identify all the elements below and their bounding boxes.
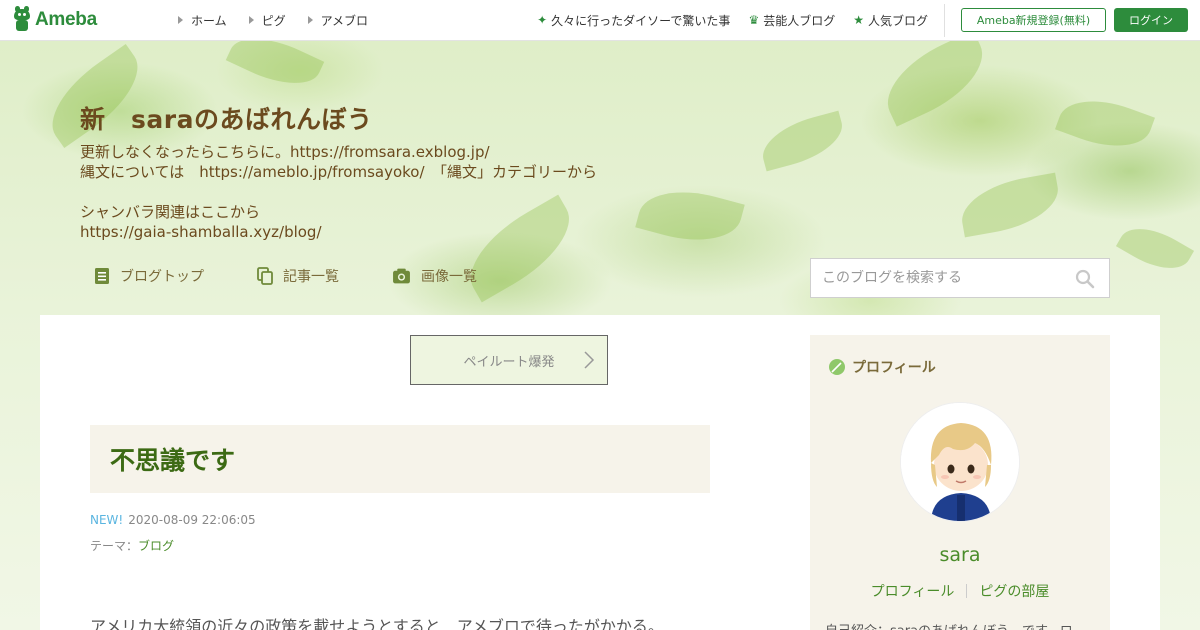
entry-body: アメリカ大統領の近々の政策を載せようとすると アメブロで待ったがかかる。	[90, 617, 664, 630]
blog-description-line	[80, 182, 597, 202]
leaf-decoration	[1055, 86, 1155, 161]
ad-banner[interactable]: ペイルート爆発	[410, 335, 608, 385]
blog-search-input[interactable]	[811, 270, 1061, 286]
ameba-mascot-icon	[12, 6, 32, 32]
blog-nav: ブログトップ 記事一覧 画像一覧	[94, 266, 530, 286]
document-icon	[95, 268, 109, 284]
blog-nav-images[interactable]: 画像一覧	[392, 266, 477, 286]
profile-intro: 自己紹介：saraのあばれんぼう です。ロ	[825, 620, 1100, 630]
triangle-right-icon	[307, 16, 313, 24]
sparkle-icon: ✦	[537, 13, 548, 27]
global-nav-label: ピグ	[261, 13, 286, 28]
leaf-decoration	[1115, 215, 1195, 282]
profile-panel: プロフィール sara プロフィール ピグの部屋 自	[810, 335, 1110, 630]
entry-title[interactable]: 不思議です	[110, 441, 235, 477]
profile-heading-label: プロフィール	[852, 360, 936, 376]
profile-link[interactable]: プロフィール	[871, 581, 955, 601]
entry-theme: テーマ：ブログ	[90, 537, 174, 554]
blog-description-line: 更新しなくなったらこちらに。https://fromsara.exblog.jp…	[80, 143, 490, 161]
global-nav-home[interactable]: ホーム	[178, 12, 227, 29]
avatar[interactable]	[900, 402, 1020, 522]
featured-link-label: 人気ブログ	[867, 13, 928, 28]
global-nav-pigg[interactable]: ピグ	[248, 12, 286, 29]
camera-icon	[393, 268, 410, 284]
featured-link-celebrity[interactable]: ♛ 芸能人ブログ	[748, 12, 835, 29]
featured-link-topic[interactable]: ✦ 久々に行ったダイソーで驚いた事	[537, 12, 730, 29]
blog-description: 更新しなくなったらこちらに。https://fromsara.exblog.jp…	[80, 142, 597, 242]
blog-title[interactable]: 新 saraのあばれんぼう	[80, 100, 372, 136]
register-button[interactable]: Ameba新規登録(無料)	[961, 8, 1106, 32]
chevron-right-icon	[584, 351, 595, 369]
global-header: Ameba ホーム ピグ アメブロ ✦ 久々に行ったダイソーで驚いた事 ♛ 芸能…	[0, 0, 1200, 41]
divider	[966, 584, 968, 598]
leaf-decoration	[956, 172, 1064, 238]
featured-link-label: 久々に行ったダイソーで驚いた事	[551, 13, 731, 28]
featured-link-popular[interactable]: ★ 人気ブログ	[853, 12, 928, 29]
main-content: ペイルート爆発 不思議です NEW! 2020-08-09 22:06:05 テー…	[40, 315, 1160, 630]
entry-datetime: 2020-08-09 22:06:05	[128, 513, 256, 527]
profile-name[interactable]: sara	[810, 544, 1110, 566]
profile-heading: プロフィール	[828, 357, 936, 377]
entry-theme-link[interactable]: ブログ	[138, 539, 174, 553]
blog-description-line: シャンバラ関連はここから	[80, 203, 261, 221]
blog-description-line: https://gaia-shamballa.xyz/blog/	[80, 223, 322, 241]
leaf-decoration	[873, 30, 997, 127]
leaf-icon	[829, 359, 845, 375]
star-icon: ★	[853, 13, 864, 27]
leaf-decoration	[756, 110, 849, 172]
triangle-right-icon	[178, 16, 183, 24]
ad-banner-label: ペイルート爆発	[463, 354, 555, 370]
entry-meta: NEW! 2020-08-09 22:06:05	[90, 513, 256, 527]
pigg-room-link[interactable]: ピグの部屋	[979, 581, 1049, 601]
blog-nav-label: 画像一覧	[421, 269, 477, 285]
blog-search	[810, 258, 1110, 298]
crown-icon: ♛	[748, 13, 760, 27]
blog-description-line: 縄文については https://ameblo.jp/fromsayoko/ 「縄…	[80, 163, 598, 181]
logo-text: Ameba	[35, 9, 97, 30]
featured-link-label: 芸能人ブログ	[763, 13, 836, 28]
blog-nav-entries[interactable]: 記事一覧	[257, 266, 339, 286]
copy-icon	[257, 267, 273, 285]
global-nav-label: ホーム	[191, 13, 227, 28]
global-nav-ameblo[interactable]: アメブロ	[307, 12, 369, 29]
featured-links: ✦ 久々に行ったダイソーで驚いた事 ♛ 芸能人ブログ ★ 人気ブログ	[519, 0, 928, 40]
blog-nav-label: ブログトップ	[120, 269, 204, 285]
divider	[944, 4, 945, 37]
leaf-decoration	[635, 178, 745, 254]
blog-nav-label: 記事一覧	[283, 269, 339, 285]
entry-title-box: 不思議です	[90, 425, 710, 493]
blog-nav-top[interactable]: ブログトップ	[94, 266, 204, 286]
avatar-illustration	[901, 403, 1019, 521]
entry-theme-label: テーマ：	[90, 539, 139, 553]
search-icon[interactable]	[1075, 269, 1095, 289]
profile-links: プロフィール ピグの部屋	[810, 581, 1110, 601]
new-badge: NEW!	[90, 513, 124, 527]
ameba-logo[interactable]: Ameba	[12, 6, 97, 33]
login-button[interactable]: ログイン	[1114, 8, 1188, 32]
global-nav: ホーム ピグ アメブロ	[178, 0, 390, 40]
triangle-right-icon	[248, 16, 254, 24]
global-nav-label: アメブロ	[320, 13, 369, 28]
